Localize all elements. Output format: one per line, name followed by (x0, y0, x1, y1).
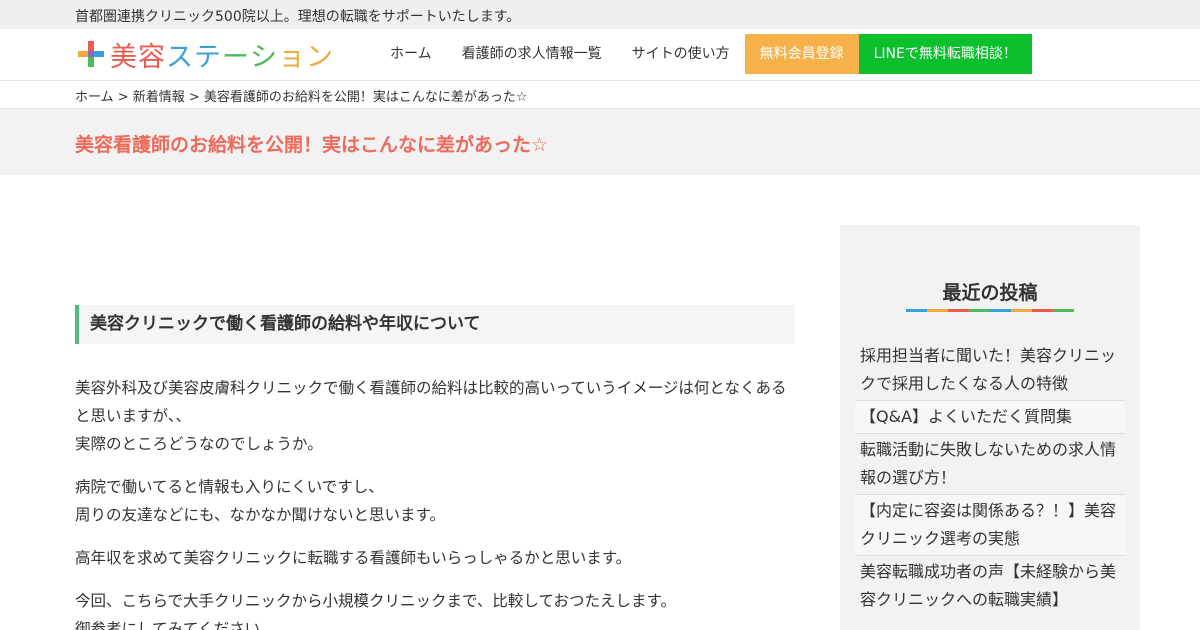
main-navigation: ホーム 看護師の求人情報一覧 サイトの使い方 無料会員登録 LINEで無料転職相… (375, 34, 1032, 74)
logo-char: ョ (278, 41, 306, 73)
page-title-band: 美容看護師のお給料を公開！実はこんなに差があった☆ (0, 108, 1200, 175)
recent-post-link[interactable]: 転職活動に失敗しないための求人情報の選び方！ (855, 434, 1125, 495)
free-registration-button[interactable]: 無料会員登録 (744, 34, 859, 74)
underline-segment (1053, 309, 1074, 312)
logo-char: ー (222, 41, 250, 73)
underline-segment (1032, 309, 1053, 312)
recent-posts-title: 最近の投稿 (942, 282, 1038, 304)
logo-char: ン (306, 41, 334, 73)
paragraph-line: 高年収を求めて美容クリニックに転職する看護師もいらっしゃるかと思います。 (75, 549, 632, 567)
logo-char: テ (194, 41, 222, 73)
site-header: 美容ステーション ホーム 看護師の求人情報一覧 サイトの使い方 無料会員登録 L… (0, 29, 1200, 81)
sidebar: 最近の投稿 採用担当者に聞いた！美容クリニックで採用したくなる人の特徴 【Q&A… (840, 225, 1140, 630)
site-logo[interactable]: 美容ステーション (78, 35, 334, 74)
logo-char: 美 (110, 41, 138, 73)
breadcrumb: ホーム > 新着情報 > 美容看護師のお給料を公開！実はこんなに差があった☆ (75, 90, 528, 105)
section-heading: 美容クリニックで働く看護師の給料や年収について (75, 305, 795, 344)
logo-char: ス (166, 41, 194, 73)
announcement-text: 首都圏連携クリニック500院以上。理想の転職をサポートいたします。 (75, 9, 521, 25)
underline-segment (969, 309, 990, 312)
article-content: 美容クリニックで働く看護師の給料や年収について 美容外科及び美容皮膚科クリニック… (75, 305, 795, 630)
underline-segment (927, 309, 948, 312)
medical-cross-icon (78, 41, 104, 67)
nav-job-listings[interactable]: 看護師の求人情報一覧 (447, 34, 617, 74)
title-underline (906, 309, 1074, 312)
paragraph: 高年収を求めて美容クリニックに転職する看護師もいらっしゃるかと思います。 (75, 544, 795, 572)
underline-segment (906, 309, 927, 312)
paragraph: 今回、こちらで大手クリニックから小規模クリニックまで、比較しておつたえします。 … (75, 587, 795, 630)
logo-char: シ (250, 41, 278, 73)
nav-home[interactable]: ホーム (375, 34, 447, 74)
nav-how-to-use[interactable]: サイトの使い方 (617, 34, 745, 74)
recent-posts-list: 採用担当者に聞いた！美容クリニックで採用したくなる人の特徴 【Q&A】よくいただ… (855, 340, 1125, 616)
line-consultation-button[interactable]: LINEで無料転職相談！ (858, 34, 1032, 74)
recent-post-link[interactable]: 【Q&A】よくいただく質問集 (855, 401, 1125, 434)
logo-char: 容 (138, 41, 166, 73)
recent-post-link[interactable]: 美容転職成功者の声【未経験から美容クリニックへの転職実績】 (855, 556, 1125, 616)
paragraph-line: 美容外科及び美容皮膚科クリニックで働く看護師の給料は比較的高いっていうイメージは… (75, 379, 787, 425)
paragraph: 美容外科及び美容皮膚科クリニックで働く看護師の給料は比較的高いっていうイメージは… (75, 374, 795, 458)
underline-segment (990, 309, 1011, 312)
page-title: 美容看護師のお給料を公開！実はこんなに差があった☆ (75, 134, 549, 156)
recent-post-link[interactable]: 採用担当者に聞いた！美容クリニックで採用したくなる人の特徴 (855, 340, 1125, 401)
paragraph-line: 実際のところどうなのでしょうか。 (75, 435, 323, 453)
top-announcement-bar: 首都圏連携クリニック500院以上。理想の転職をサポートいたします。 (0, 0, 1200, 29)
underline-segment (948, 309, 969, 312)
paragraph-line: 今回、こちらで大手クリニックから小規模クリニックまで、比較しておつたえします。 (75, 592, 676, 610)
paragraph: 病院で働いてると情報も入りにくいですし、 周りの友達などにも、なかなか聞けないと… (75, 473, 795, 529)
logo-wordmark: 美容ステーション (110, 35, 334, 74)
underline-segment (1011, 309, 1032, 312)
article-body: 美容外科及び美容皮膚科クリニックで働く看護師の給料は比較的高いっていうイメージは… (75, 374, 795, 630)
paragraph-line: 御参考にしてみてください。 (75, 620, 276, 630)
recent-post-link[interactable]: 【内定に容姿は関係ある？！】美容クリニック選考の実態 (855, 495, 1125, 556)
paragraph-line: 周りの友達などにも、なかなか聞けないと思います。 (75, 506, 445, 524)
paragraph-line: 病院で働いてると情報も入りにくいですし、 (75, 478, 384, 496)
